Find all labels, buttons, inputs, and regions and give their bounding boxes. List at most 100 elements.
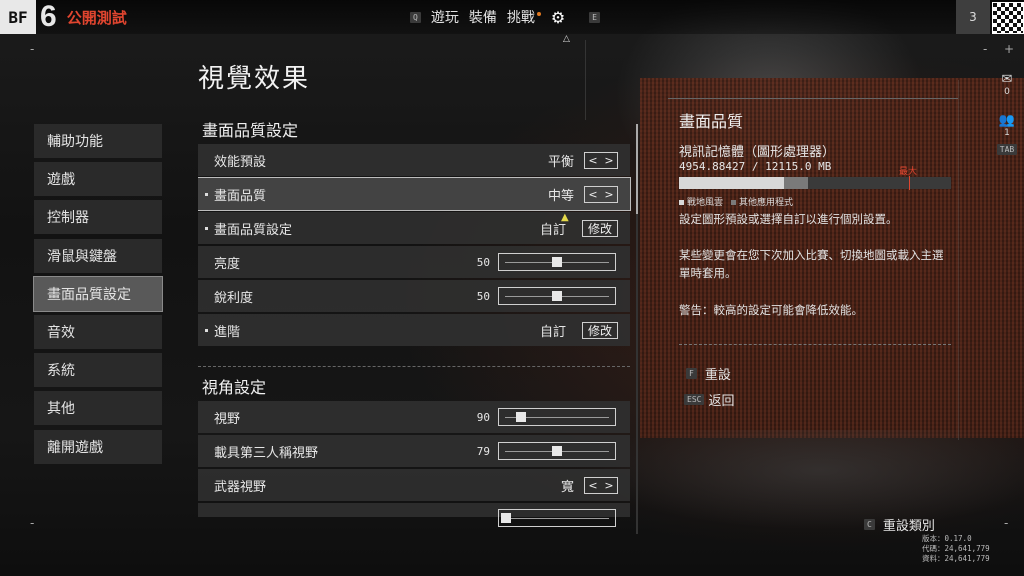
player-avatar[interactable]: [992, 2, 1024, 34]
settings-gear-icon[interactable]: ⚙: [551, 8, 565, 27]
mail-button[interactable]: ✉ 0: [992, 72, 1022, 97]
sidebar-item-accessibility[interactable]: 輔助功能: [34, 124, 162, 158]
fov-slider[interactable]: [498, 408, 616, 426]
player-level-badge[interactable]: 3: [956, 0, 990, 34]
tab-loadout[interactable]: 裝備: [469, 7, 497, 27]
setting-value: 自訂: [539, 324, 566, 340]
option-selector[interactable]: < >: [584, 476, 618, 494]
setting-row-sharpness[interactable]: 銳利度 50: [198, 280, 630, 312]
notification-dot: [536, 12, 541, 16]
setting-label: 視野: [214, 411, 241, 427]
legend-swatch: [731, 200, 737, 205]
vram-usage-bar: [679, 177, 951, 189]
background-line: [958, 80, 959, 440]
setting-value: 寬: [560, 479, 574, 495]
setting-value: 50: [476, 255, 490, 269]
reset-button[interactable]: F 重設: [686, 364, 731, 383]
vram-game-fill: [679, 177, 784, 189]
sidebar-item-controller[interactable]: 控制器: [34, 200, 162, 235]
setting-row-brightness[interactable]: 亮度 50: [198, 246, 630, 278]
sidebar-item-gameplay[interactable]: 遊戲: [34, 162, 162, 197]
reset-category-key: C: [864, 519, 875, 530]
setting-row-graphics-quality[interactable]: 畫面品質 中等 < >: [198, 177, 631, 211]
settings-panel: 畫面品質設定 效能預設 平衡 < > 畫面品質 中等 < > 畫面品質設定 自訂 修…: [198, 116, 634, 542]
option-selector[interactable]: < >: [584, 151, 618, 169]
reset-label: 重設: [704, 368, 731, 383]
back-button[interactable]: ESC 返回: [684, 390, 734, 409]
setting-value: 中等: [547, 188, 574, 204]
arrow-left-icon[interactable]: <: [588, 188, 597, 201]
vram-label: 視訊記憶體（圖形處理器）: [679, 145, 836, 160]
side-social-panel: ✉ 0 👥 1 TAB: [992, 72, 1022, 155]
arrow-left-icon[interactable]: <: [588, 154, 597, 167]
reset-key: F: [686, 368, 697, 379]
slider-track: [505, 518, 609, 519]
corner-mark: -: [1004, 516, 1009, 530]
sidebar-item-audio[interactable]: 音效: [34, 314, 162, 349]
option-selector[interactable]: < >: [584, 185, 618, 203]
slider-thumb[interactable]: [552, 257, 562, 267]
mail-icon: ✉: [1001, 72, 1013, 87]
setting-label: 武器視野: [214, 479, 267, 495]
active-tab-indicator-icon: △: [563, 34, 570, 44]
setting-label: 載具第三人稱視野: [214, 445, 319, 461]
top-nav: Q 遊玩 裝備 挑戰 ⚙ E: [410, 0, 600, 34]
sidebar-item-mouse-keyboard[interactable]: 滑鼠與鍵盤: [34, 238, 162, 273]
arrow-right-icon[interactable]: >: [604, 188, 613, 201]
legend-label: 戰地風雲: [687, 198, 724, 208]
vram-max-label: 最大: [899, 167, 918, 177]
tab-challenges-label: 挑戰: [506, 10, 535, 26]
sidebar-item-graphics[interactable]: 畫面品質設定: [33, 275, 163, 312]
nav-next-key: E: [589, 11, 600, 23]
scrollbar-thumb[interactable]: [636, 124, 638, 214]
slider-thumb[interactable]: [501, 513, 511, 523]
reset-category-button[interactable]: C 重設類別: [864, 515, 935, 534]
arrow-left-icon[interactable]: <: [588, 479, 597, 492]
slider-thumb[interactable]: [516, 412, 527, 422]
brightness-slider[interactable]: [498, 253, 616, 271]
arrow-right-icon[interactable]: >: [604, 479, 613, 492]
section-divider: [198, 352, 630, 367]
setting-row-performance-preset[interactable]: 效能預設 平衡 < >: [198, 144, 630, 176]
arrow-right-icon[interactable]: >: [604, 154, 613, 167]
background-line: [585, 40, 586, 120]
modify-button[interactable]: 修改: [581, 219, 618, 237]
tab-challenges[interactable]: 挑戰: [507, 7, 541, 27]
setting-label: 畫面品質設定: [214, 222, 293, 238]
sidebar-item-other[interactable]: 其他: [34, 391, 162, 426]
setting-row-field-of-view[interactable]: 視野 90: [198, 401, 630, 433]
game-logo: BF 6 公開測試: [0, 0, 127, 34]
section-title-graphics: 畫面品質設定: [202, 121, 299, 140]
info-divider: [679, 344, 951, 345]
legend-item-other: 其他應用程式: [731, 195, 793, 208]
setting-row-weapon-fov[interactable]: 武器視野 寬 < >: [198, 469, 630, 501]
mail-count: 0: [1004, 87, 1010, 97]
tab-play[interactable]: 遊玩: [431, 7, 459, 27]
setting-row-advanced[interactable]: 進階 自訂 修改: [198, 314, 630, 346]
setting-value: 79: [476, 444, 490, 458]
partial-slider[interactable]: [498, 509, 616, 527]
reset-category-label: 重設類別: [882, 519, 935, 534]
party-button[interactable]: 👥 1: [992, 113, 1022, 138]
setting-label: 亮度: [214, 256, 241, 272]
party-count: 1: [1004, 128, 1010, 138]
setting-label: 效能預設: [214, 154, 267, 170]
back-key: ESC: [684, 394, 705, 405]
corner-mark: -: [30, 516, 35, 530]
setting-row-partial[interactable]: [198, 503, 630, 527]
vehicle-fov-slider[interactable]: [498, 442, 616, 460]
sidebar-item-quit-game[interactable]: 離開遊戲: [34, 429, 162, 464]
setting-row-vehicle-3p-fov[interactable]: 載具第三人稱視野 79: [198, 435, 630, 467]
version-line: 版本：0.17.0: [922, 534, 972, 543]
sidebar-item-system[interactable]: 系統: [34, 353, 162, 388]
bullet-icon: [205, 227, 208, 230]
back-label: 返回: [708, 394, 735, 409]
modify-button[interactable]: 修改: [581, 321, 618, 339]
tab-key: TAB: [996, 144, 1018, 155]
settings-scrollbar[interactable]: [636, 124, 638, 534]
slider-thumb[interactable]: [552, 291, 562, 301]
legend-label: 其他應用程式: [739, 198, 794, 208]
sharpness-slider[interactable]: [498, 287, 616, 305]
data-line: 資料：24,641,779: [922, 554, 990, 563]
slider-thumb[interactable]: [552, 446, 562, 456]
